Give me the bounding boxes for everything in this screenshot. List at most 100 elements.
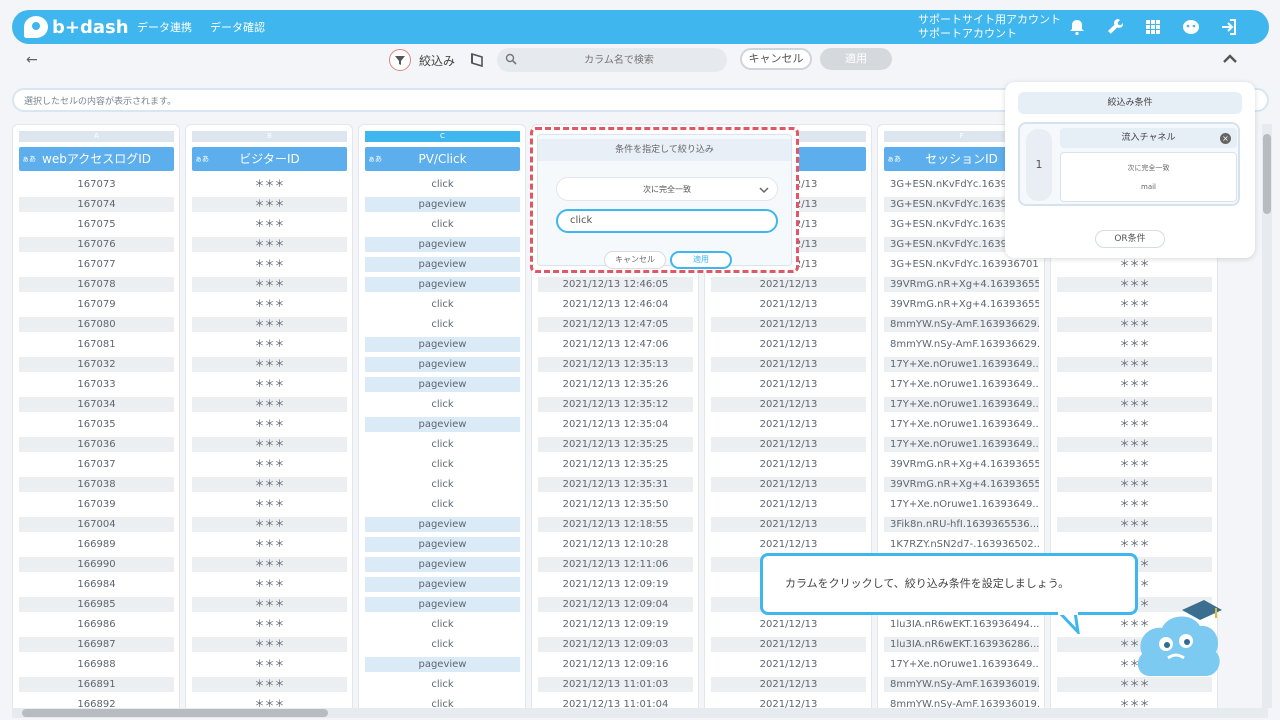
vertical-scrollbar[interactable] (1262, 124, 1272, 708)
account-info[interactable]: サポートサイト用アカウント サポートアカウント (918, 13, 1061, 41)
table-cell[interactable]: click (365, 317, 520, 332)
table-cell[interactable]: 17Y+Xe.nOruwe1.16393649... (884, 377, 1039, 392)
logout-icon[interactable] (1219, 17, 1239, 37)
table-cell[interactable]: ＊＊＊ (192, 577, 347, 592)
filter-value-input[interactable]: click (556, 209, 778, 233)
table-cell[interactable]: click (365, 217, 520, 232)
table-cell[interactable]: click (365, 477, 520, 492)
table-cell[interactable]: 167037 (19, 457, 174, 472)
table-cell[interactable]: 167076 (19, 237, 174, 252)
filter-icon[interactable] (389, 49, 411, 71)
table-cell[interactable]: click (365, 457, 520, 472)
bell-icon[interactable] (1067, 17, 1087, 37)
table-cell[interactable]: 2021/12/13 (711, 517, 866, 532)
table-cell[interactable]: 167033 (19, 377, 174, 392)
table-cell[interactable]: 167032 (19, 357, 174, 372)
table-cell[interactable]: ＊＊＊ (192, 297, 347, 312)
table-cell[interactable]: 2021/12/13 12:35:50 (538, 497, 693, 512)
table-cell[interactable]: ＊＊＊ (1057, 357, 1212, 372)
nav-data-check[interactable]: データ確認 (210, 19, 265, 35)
table-cell[interactable]: pageview (365, 657, 520, 672)
table-cell[interactable]: ＊＊＊ (1057, 697, 1212, 708)
table-cell[interactable]: 2021/12/13 12:47:06 (538, 337, 693, 352)
table-cell[interactable]: 2021/12/13 (711, 337, 866, 352)
table-cell[interactable]: pageview (365, 257, 520, 272)
table-cell[interactable]: 1lu3IA.nR6wEKT.163936286... (884, 637, 1039, 652)
column-header[interactable]: ぁあ webアクセスログID (19, 147, 174, 171)
table-cell[interactable]: 2021/12/13 (711, 677, 866, 692)
table-cell[interactable]: pageview (365, 377, 520, 392)
column-header[interactable]: ぁあ ビジターID (192, 147, 347, 171)
table-cell[interactable]: 166989 (19, 537, 174, 552)
table-cell[interactable]: ＊＊＊ (1057, 257, 1212, 272)
table-cell[interactable]: ＊＊＊ (192, 377, 347, 392)
table-cell[interactable]: 167073 (19, 177, 174, 192)
table-cell[interactable]: 17Y+Xe.nOruwe1.16393649... (884, 437, 1039, 452)
apply-button[interactable]: 適用 (820, 48, 892, 70)
popup-cancel-button[interactable]: キャンセル (604, 251, 666, 269)
table-cell[interactable]: 2021/12/13 12:35:13 (538, 357, 693, 372)
table-cell[interactable]: ＊＊＊ (1057, 277, 1212, 292)
popup-apply-button[interactable]: 適用 (670, 251, 732, 269)
table-cell[interactable]: ＊＊＊ (192, 177, 347, 192)
table-cell[interactable]: ＊＊＊ (1057, 397, 1212, 412)
table-cell[interactable]: 166987 (19, 637, 174, 652)
table-cell[interactable]: 2021/12/13 (711, 697, 866, 708)
table-cell[interactable]: 167075 (19, 217, 174, 232)
table-cell[interactable]: ＊＊＊ (192, 217, 347, 232)
table-cell[interactable]: 17Y+Xe.nOruwe1.16393649... (884, 497, 1039, 512)
table-cell[interactable]: ＊＊＊ (1057, 537, 1212, 552)
table-cell[interactable]: click (365, 297, 520, 312)
table-cell[interactable]: click (365, 497, 520, 512)
table-cell[interactable]: 166986 (19, 617, 174, 632)
table-cell[interactable]: 39VRmG.nR+Xg+4.16393655... (884, 477, 1039, 492)
table-cell[interactable]: 17Y+Xe.nOruwe1.16393649... (884, 657, 1039, 672)
table-cell[interactable]: 2021/12/13 (711, 537, 866, 552)
table-cell[interactable]: 2021/12/13 (711, 317, 866, 332)
horizontal-scrollbar[interactable] (12, 708, 1268, 718)
table-cell[interactable]: 167077 (19, 257, 174, 272)
vertical-scroll-thumb[interactable] (1263, 134, 1271, 214)
table-cell[interactable]: ＊＊＊ (192, 597, 347, 612)
table-cell[interactable]: 2021/12/13 12:09:19 (538, 577, 693, 592)
table-cell[interactable]: 17Y+Xe.nOruwe1.16393649... (884, 417, 1039, 432)
table-cell[interactable]: pageview (365, 237, 520, 252)
table-cell[interactable]: 2021/12/13 (711, 397, 866, 412)
table-cell[interactable]: ＊＊＊ (192, 417, 347, 432)
table-cell[interactable]: 2021/12/13 (711, 497, 866, 512)
column-letter[interactable]: A (19, 131, 174, 142)
table-cell[interactable]: ＊＊＊ (1057, 437, 1212, 452)
table-cell[interactable]: 2021/12/13 12:35:26 (538, 377, 693, 392)
table-cell[interactable]: 1K7RZY.nSN2d7-.163936502... (884, 537, 1039, 552)
table-cell[interactable]: pageview (365, 417, 520, 432)
table-cell[interactable]: 2021/12/13 12:35:25 (538, 437, 693, 452)
table-cell[interactable]: 2021/12/13 12:18:55 (538, 517, 693, 532)
table-cell[interactable]: click (365, 677, 520, 692)
table-cell[interactable]: 166892 (19, 697, 174, 708)
table-cell[interactable]: ＊＊＊ (192, 437, 347, 452)
table-cell[interactable]: 2021/12/13 (711, 277, 866, 292)
table-cell[interactable]: 39VRmG.nR+Xg+4.16393655... (884, 297, 1039, 312)
table-cell[interactable]: ＊＊＊ (192, 537, 347, 552)
table-cell[interactable]: 1lu3IA.nR6wEKT.163936494... (884, 617, 1039, 632)
table-cell[interactable]: ＊＊＊ (1057, 417, 1212, 432)
table-cell[interactable]: ＊＊＊ (192, 357, 347, 372)
wrench-icon[interactable] (1105, 17, 1125, 37)
table-cell[interactable]: 167038 (19, 477, 174, 492)
table-cell[interactable]: 167036 (19, 437, 174, 452)
table-cell[interactable]: ＊＊＊ (1057, 517, 1212, 532)
table-cell[interactable]: 17Y+Xe.nOruwe1.16393649... (884, 357, 1039, 372)
table-cell[interactable]: ＊＊＊ (1057, 477, 1212, 492)
table-cell[interactable]: pageview (365, 357, 520, 372)
table-cell[interactable]: 2021/12/13 12:09:03 (538, 637, 693, 652)
table-cell[interactable]: 2021/12/13 12:09:04 (538, 597, 693, 612)
table-cell[interactable]: pageview (365, 597, 520, 612)
table-cell[interactable]: click (365, 617, 520, 632)
table-cell[interactable]: ＊＊＊ (192, 277, 347, 292)
table-cell[interactable]: 8mmYW.nSy-AmF.163936019... (884, 677, 1039, 692)
logo[interactable]: b+dash (24, 14, 129, 40)
column-search-input[interactable] (519, 51, 719, 69)
table-cell[interactable]: 167078 (19, 277, 174, 292)
table-cell[interactable]: ＊＊＊ (192, 697, 347, 708)
table-cell[interactable]: 17Y+Xe.nOruwe1.16393649... (884, 397, 1039, 412)
